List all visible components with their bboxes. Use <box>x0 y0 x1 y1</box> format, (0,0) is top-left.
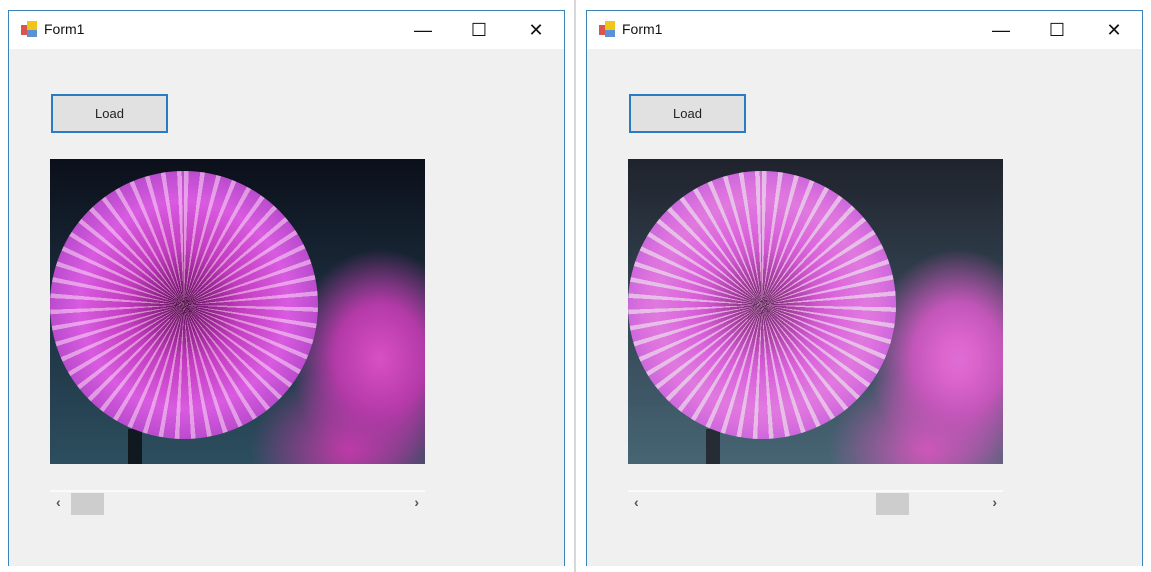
scroll-thumb[interactable] <box>71 493 104 515</box>
minimize-button[interactable]: — <box>400 11 446 49</box>
minimize-icon: — <box>414 19 432 40</box>
load-button[interactable]: Load <box>629 94 746 133</box>
scroll-left-icon[interactable]: ‹ <box>634 494 639 510</box>
close-icon: ✕ <box>528 19 544 40</box>
window-divider <box>574 0 576 572</box>
form-window-2: Form1 — ☐ ✕ Load ‹ › <box>586 10 1143 566</box>
horizontal-scrollbar[interactable]: ‹ › <box>628 490 1003 516</box>
scroll-left-icon[interactable]: ‹ <box>56 494 61 510</box>
title-bar[interactable]: Form1 — ☐ ✕ <box>587 11 1142 49</box>
scroll-right-icon[interactable]: › <box>992 494 997 510</box>
scroll-thumb[interactable] <box>876 493 910 515</box>
app-icon <box>21 21 37 37</box>
minimize-icon: — <box>992 19 1010 40</box>
picture-box <box>628 159 1003 464</box>
flower-image <box>628 171 896 439</box>
close-button[interactable]: ✕ <box>513 11 559 49</box>
close-button[interactable]: ✕ <box>1091 11 1137 49</box>
close-icon: ✕ <box>1106 19 1122 40</box>
app-icon <box>599 21 615 37</box>
horizontal-scrollbar[interactable]: ‹ › <box>50 490 425 516</box>
form-window-1: Form1 — ☐ ✕ Load ‹ › <box>8 10 565 566</box>
scroll-right-icon[interactable]: › <box>414 494 419 510</box>
maximize-button[interactable]: ☐ <box>456 11 502 49</box>
maximize-icon: ☐ <box>470 19 488 40</box>
window-title: Form1 <box>44 21 85 37</box>
minimize-button[interactable]: — <box>978 11 1024 49</box>
maximize-button[interactable]: ☐ <box>1034 11 1080 49</box>
flower-image <box>50 171 318 439</box>
title-bar[interactable]: Form1 — ☐ ✕ <box>9 11 564 49</box>
load-button[interactable]: Load <box>51 94 168 133</box>
window-title: Form1 <box>622 21 663 37</box>
picture-box <box>50 159 425 464</box>
maximize-icon: ☐ <box>1048 19 1066 40</box>
